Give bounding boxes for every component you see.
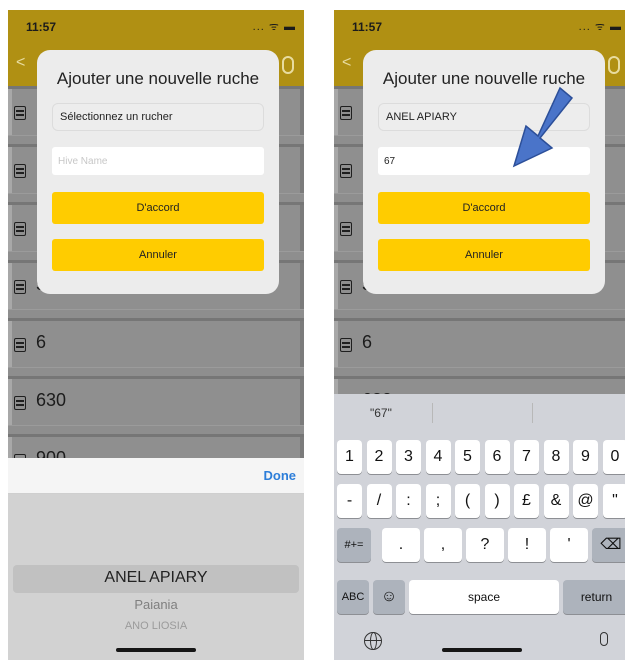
ok-button[interactable]: D'accord <box>378 192 590 224</box>
apiary-select[interactable]: Sélectionnez un rucher <box>52 103 264 131</box>
space-key[interactable]: space <box>409 580 559 614</box>
globe-icon[interactable] <box>364 632 382 650</box>
wifi-battery-icons: ... ᯤ ▬ <box>252 21 296 33</box>
key-row2-2[interactable]: : <box>396 484 421 518</box>
back-chevron-icon[interactable]: < <box>342 54 351 72</box>
key-row1-9[interactable]: 0 <box>602 440 625 474</box>
hive-icon <box>340 164 352 178</box>
hive-icon <box>14 164 26 178</box>
numeric-keyboard[interactable]: "67" 1234567890 - /:;() £ & @ " #+= .,?! ' ⌫ A… <box>334 394 625 660</box>
dialog-title: Ajouter une nouvelle ruche <box>56 69 260 88</box>
left-screen: 11:57 ... ᯤ ▬ < 5 6 630 900 Ajouter une … <box>8 10 304 660</box>
back-chevron-icon[interactable]: < <box>16 54 25 72</box>
cancel-button[interactable]: Annuler <box>52 239 264 271</box>
key-row2-1[interactable]: / <box>366 484 392 518</box>
key-row2-0[interactable]: - <box>337 484 362 518</box>
dictation-microphone-icon[interactable] <box>600 632 608 646</box>
suggestion-divider <box>432 403 433 423</box>
key-row1-1[interactable]: 2 <box>366 440 392 474</box>
key-row1-5[interactable]: 6 <box>484 440 510 474</box>
list-item[interactable]: 630 <box>8 376 304 426</box>
key-row1-3[interactable]: 4 <box>425 440 451 474</box>
key-row3-4[interactable]: ' <box>550 528 588 562</box>
done-button[interactable]: Done <box>264 468 297 483</box>
key-row2-4[interactable]: ( <box>455 484 480 518</box>
list-item[interactable]: 6 <box>334 318 625 368</box>
key-row1-6[interactable]: 7 <box>514 440 539 474</box>
picker-toolbar: Done <box>8 458 304 494</box>
hive-name-input[interactable] <box>52 147 264 175</box>
hive-icon <box>14 396 26 410</box>
wifi-battery-icons: ... ᯤ ▬ <box>578 21 622 33</box>
hive-label: 6 <box>362 332 373 352</box>
hive-icon <box>340 338 352 352</box>
backspace-icon[interactable]: ⌫ <box>592 528 625 562</box>
add-hive-dialog: Ajouter une nouvelle ruche Sélectionnez … <box>37 50 279 294</box>
right-screen: 11:57 ... ᯤ ▬ < 5 6 630 Ajouter une nouv… <box>334 10 625 660</box>
key-row3-0[interactable]: . <box>382 528 420 562</box>
hive-icon <box>14 280 26 294</box>
arrow-shape <box>512 86 574 168</box>
key-row1-8[interactable]: 9 <box>573 440 598 474</box>
key-row1-0[interactable]: 1 <box>337 440 362 474</box>
hive-icon <box>14 338 26 352</box>
key-row2-6[interactable]: £ <box>514 484 539 518</box>
key-row1-7[interactable]: 8 <box>543 440 569 474</box>
apiary-select-placeholder: Sélectionnez un rucher <box>60 111 173 123</box>
key-row2-7[interactable]: & <box>543 484 569 518</box>
apiary-select-value: ANEL APIARY <box>386 111 457 123</box>
microphone-icon[interactable] <box>608 56 620 74</box>
picker-option[interactable]: Paiania <box>8 597 304 612</box>
key-row2-3[interactable]: ; <box>425 484 451 518</box>
hive-icon <box>340 222 352 236</box>
key-row1-2[interactable]: 3 <box>396 440 421 474</box>
key-row2-9[interactable]: " <box>602 484 625 518</box>
cancel-button[interactable]: Annuler <box>378 239 590 271</box>
picker-option[interactable]: ANO LIOSIA <box>8 620 304 632</box>
status-time: 11:57 <box>26 20 57 34</box>
hive-icon <box>340 106 352 120</box>
key-row3-1[interactable]: , <box>424 528 462 562</box>
pointer-arrow-icon <box>512 86 574 168</box>
ok-button[interactable]: D'accord <box>52 192 264 224</box>
key-row2-8[interactable]: @ <box>573 484 598 518</box>
key-row2-5[interactable]: ) <box>484 484 510 518</box>
apiary-picker[interactable]: Done ANEL APIARY Paiania ANO LIOSIA <box>8 458 304 660</box>
more-symbols-key[interactable]: #+= <box>337 528 371 562</box>
return-key[interactable]: return <box>563 580 625 614</box>
abc-key[interactable]: ABC <box>337 580 369 614</box>
list-item[interactable]: 6 <box>8 318 304 368</box>
key-row1-4[interactable]: 5 <box>455 440 480 474</box>
suggestion-item[interactable]: "67" <box>370 406 392 420</box>
suggestion-bar: "67" <box>334 394 625 430</box>
status-bar: 11:57 ... ᯤ ▬ <box>334 10 625 44</box>
home-indicator <box>442 648 522 652</box>
hive-icon <box>14 222 26 236</box>
microphone-icon[interactable] <box>282 56 294 74</box>
key-row3-3[interactable]: ! <box>508 528 546 562</box>
key-row3-2[interactable]: ? <box>466 528 504 562</box>
hive-label: 6 <box>36 332 47 352</box>
status-bar: 11:57 ... ᯤ ▬ <box>8 10 304 44</box>
hive-icon <box>340 280 352 294</box>
status-time: 11:57 <box>352 20 383 34</box>
hive-icon <box>14 106 26 120</box>
home-indicator <box>116 648 196 652</box>
hive-label: 630 <box>36 390 67 410</box>
emoji-icon[interactable]: ☺ <box>373 580 405 614</box>
suggestion-divider <box>532 403 533 423</box>
picker-option-selected[interactable]: ANEL APIARY <box>8 569 304 587</box>
